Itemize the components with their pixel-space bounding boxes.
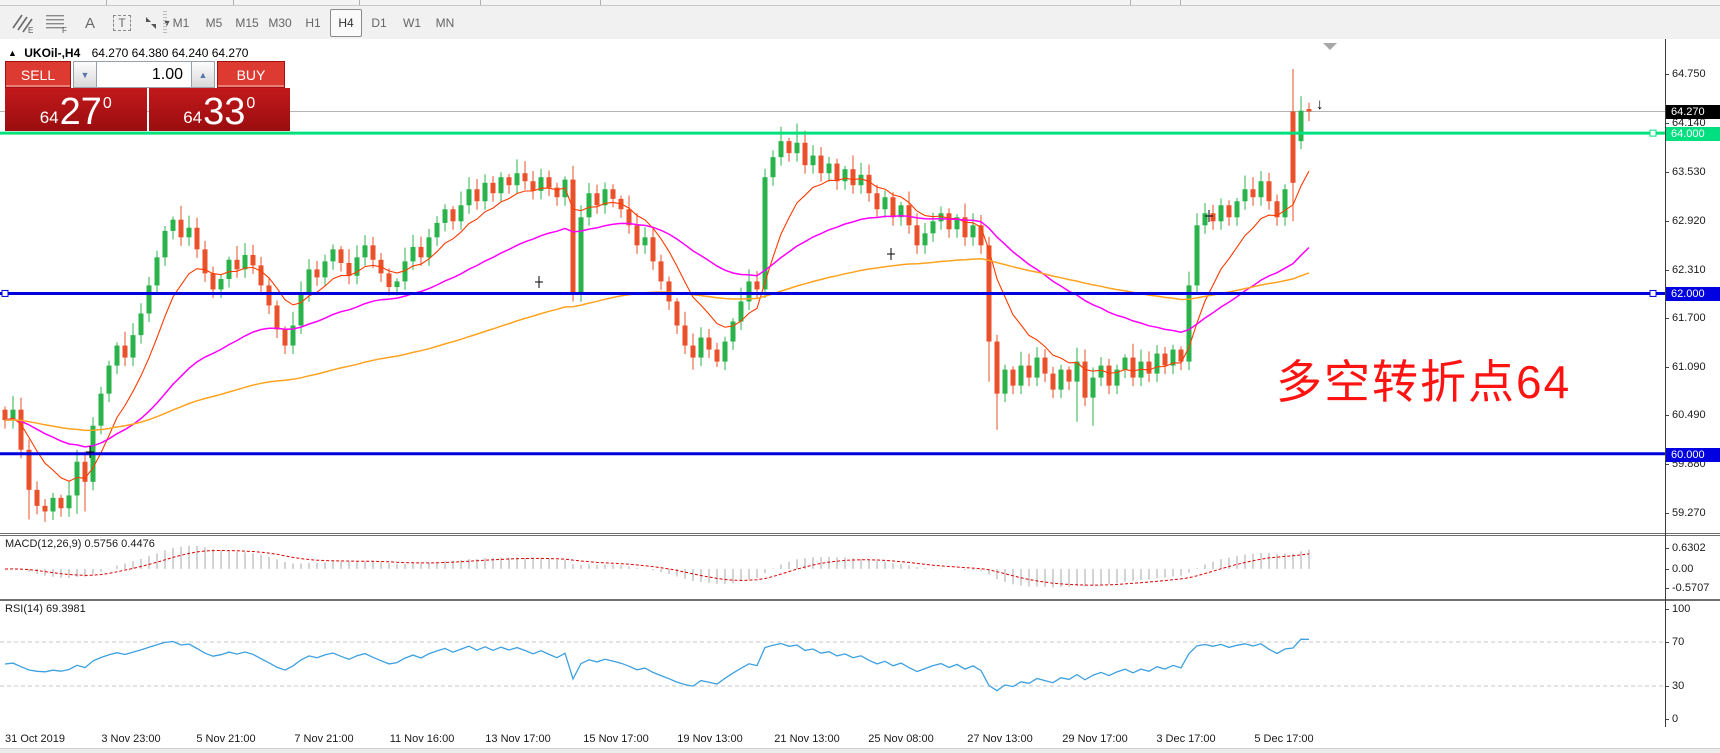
- chart-toolbar: E F A T ▼ M1M5M15M30H1H4D1W1MN: [0, 6, 1720, 40]
- macd-canvas: [0, 536, 1665, 598]
- sell-price-pip: 0: [103, 96, 112, 112]
- price-tick-label: 61.700: [1672, 312, 1706, 324]
- timeframe-button-d1[interactable]: D1: [363, 9, 395, 37]
- toolbar-stub-divider: [1180, 0, 1181, 5]
- hline-handle-64.000-right[interactable]: [1650, 130, 1656, 136]
- rsi-tick-label: 30: [1672, 680, 1684, 692]
- time-label: 31 Oct 2019: [5, 733, 65, 745]
- rsi-tick-label: 100: [1672, 603, 1690, 615]
- one-click-trade-panel: SELL ▼ ▲ BUY 64270 64330: [5, 61, 290, 131]
- toolbar-stub-divider: [359, 0, 360, 5]
- time-label: 11 Nov 16:00: [390, 733, 455, 745]
- fast-ma-line: [5, 171, 1309, 481]
- rsi-canvas: [0, 601, 1665, 727]
- mt4-terminal-window: E F A T ▼ M1M5M15M30H1H4D1W1MN ↓: [0, 0, 1720, 753]
- medium-ma-line: [5, 216, 1309, 447]
- toolbar-stub-divider: [106, 0, 107, 5]
- rsi-line: [5, 639, 1309, 691]
- time-label: 13 Nov 17:00: [485, 733, 550, 745]
- buy-price-display[interactable]: 64330: [149, 88, 291, 131]
- symbol-header: ▲ UKOil-,H4 64.270 64.380 64.240 64.270: [8, 46, 248, 60]
- volume-control: ▼ ▲: [73, 61, 215, 88]
- sell-price-main: 27: [60, 96, 102, 128]
- toolbar-stub-divider: [480, 0, 481, 5]
- collapse-one-click-icon[interactable]: ▲: [8, 48, 17, 58]
- hline-handle-62.000-right[interactable]: [1650, 290, 1656, 296]
- toolbar-stub-divider: [600, 0, 601, 5]
- time-label: 15 Nov 17:00: [583, 733, 648, 745]
- price-tick-label: 62.920: [1672, 215, 1706, 227]
- time-label: 19 Nov 13:00: [677, 733, 742, 745]
- time-label: 21 Nov 13:00: [774, 733, 839, 745]
- volume-increase-button[interactable]: ▲: [191, 61, 215, 88]
- price-tick-label: 64.750: [1672, 68, 1706, 80]
- sell-price-display[interactable]: 64270: [5, 88, 147, 131]
- rsi-label: RSI(14) 69.3981: [5, 603, 86, 615]
- rsi-tick-label: 70: [1672, 636, 1684, 648]
- timeframe-button-h4[interactable]: H4: [330, 9, 362, 37]
- chart-text-annotation[interactable]: 多空转折点64: [1276, 346, 1571, 412]
- rsi-tick-label: 0: [1672, 713, 1678, 725]
- hline-badge-62.000: 62.000: [1666, 287, 1720, 301]
- toolbar-stub-divider: [1130, 0, 1131, 5]
- timeframe-button-mn[interactable]: MN: [429, 9, 461, 37]
- price-axis-border: [1665, 39, 1666, 727]
- timeframe-button-m30[interactable]: M30: [264, 9, 296, 37]
- timeframe-button-m15[interactable]: M15: [231, 9, 263, 37]
- hline-badge-60.000: 60.000: [1666, 448, 1720, 462]
- current-price-badge: 64.270: [1666, 105, 1720, 119]
- text-box-icon[interactable]: T: [106, 9, 138, 37]
- time-label: 7 Nov 21:00: [294, 733, 353, 745]
- macd-panel[interactable]: MACD(12,26,9) 0.5756 0.4476 0.6302 0.00 -0…: [0, 535, 1720, 600]
- buy-price-handle: 64: [183, 109, 202, 126]
- text-label-icon[interactable]: A: [74, 9, 106, 37]
- rsi-panel[interactable]: RSI(14) 69.3981 100 70 30 0: [0, 600, 1720, 729]
- timeframe-button-m5[interactable]: M5: [198, 9, 230, 37]
- macd-tick-label: -0.5707: [1672, 582, 1709, 594]
- price-tick-label: 61.090: [1672, 361, 1706, 373]
- time-label: 3 Nov 23:00: [101, 733, 160, 745]
- equidistant-channel-icon[interactable]: E: [6, 9, 40, 37]
- macd-tick-label: 0.00: [1672, 563, 1693, 575]
- time-label: 3 Dec 17:00: [1156, 733, 1215, 745]
- down-arrow-marker: ↓: [1316, 96, 1324, 113]
- sell-button[interactable]: SELL: [5, 61, 71, 88]
- time-label: 5 Nov 21:00: [196, 733, 255, 745]
- time-label: 5 Dec 17:00: [1254, 733, 1313, 745]
- time-label: 27 Nov 13:00: [967, 733, 1032, 745]
- hline-badge-64.000: 64.000: [1666, 127, 1720, 141]
- macd-signal-line: [5, 551, 1309, 586]
- fibonacci-retracement-icon[interactable]: F: [40, 9, 74, 37]
- hline-handle-62.000-left[interactable]: [2, 290, 8, 296]
- macd-label: MACD(12,26,9) 0.5756 0.4476: [5, 538, 155, 550]
- price-tick-label: 59.270: [1672, 507, 1706, 519]
- timeframe-button-m1[interactable]: M1: [165, 9, 197, 37]
- macd-tick-label: 0.6302: [1672, 542, 1706, 554]
- slow-ma-line: [5, 259, 1309, 431]
- sell-price-handle: 64: [40, 109, 59, 126]
- ohlc-readout: 64.270 64.380 64.240 64.270: [92, 46, 249, 60]
- timeframe-button-w1[interactable]: W1: [396, 9, 428, 37]
- buy-price-main: 33: [203, 96, 245, 128]
- time-label: 25 Nov 08:00: [868, 733, 933, 745]
- price-tick-label: 62.310: [1672, 264, 1706, 276]
- symbol-name: UKOil-,H4: [24, 46, 80, 60]
- time-label: 29 Nov 17:00: [1062, 733, 1127, 745]
- bottom-strip: [0, 748, 1720, 753]
- toolbar-stub-divider: [233, 0, 234, 5]
- volume-decrease-button[interactable]: ▼: [73, 61, 97, 88]
- time-axis[interactable]: 31 Oct 2019 3 Nov 23:00 5 Nov 21:00 7 Nov 2…: [0, 728, 1720, 748]
- chart-shift-triangle: [1323, 43, 1337, 50]
- price-tick-label: 60.490: [1672, 409, 1706, 421]
- price-tick-label: 63.530: [1672, 166, 1706, 178]
- buy-button[interactable]: BUY: [217, 61, 285, 88]
- timeframe-button-h1[interactable]: H1: [297, 9, 329, 37]
- volume-input[interactable]: [97, 61, 191, 88]
- buy-price-pip: 0: [246, 96, 255, 112]
- svg-text:F: F: [62, 26, 67, 34]
- svg-text:E: E: [28, 26, 33, 34]
